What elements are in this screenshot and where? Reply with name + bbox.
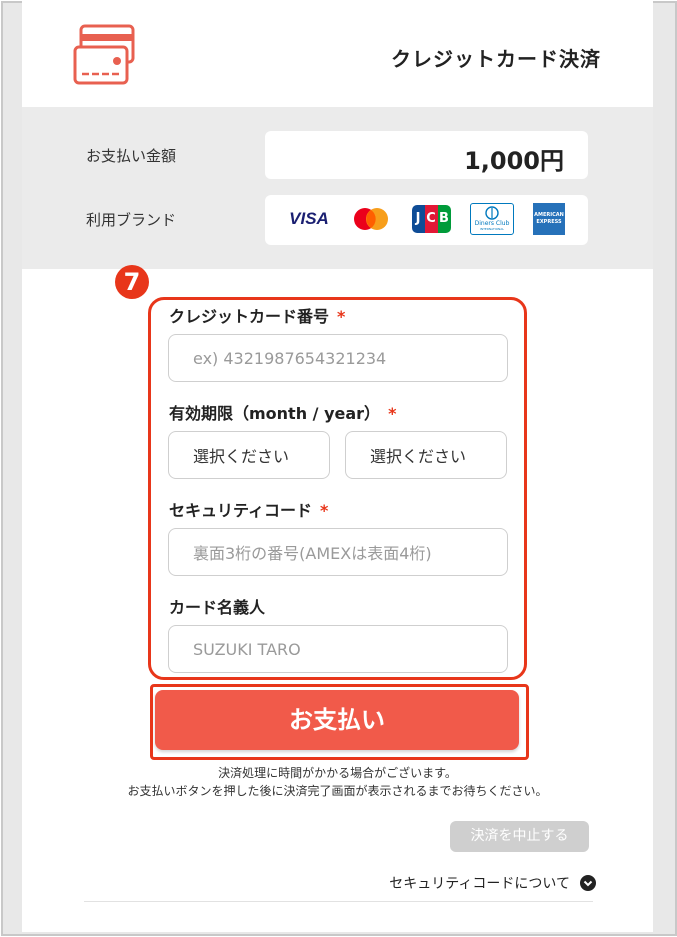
diners-club-logo: Diners Club INTERNATIONAL bbox=[470, 203, 514, 235]
jcb-logo: J C B bbox=[409, 203, 453, 235]
expiry-year-value: 選択ください bbox=[370, 447, 467, 466]
card-holder-input[interactable]: SUZUKI TARO bbox=[168, 625, 508, 673]
american-express-logo-text-2: EXPRESS bbox=[536, 219, 562, 225]
mastercard-logo bbox=[351, 203, 391, 235]
card-holder-placeholder: SUZUKI TARO bbox=[193, 639, 301, 659]
jcb-logo-letter-j: J bbox=[411, 205, 425, 233]
payment-summary: お支払い金額 1,000円 利用ブランド VISA J C B Diners C… bbox=[22, 107, 653, 269]
required-mark: * bbox=[320, 501, 329, 520]
security-code-info-toggle[interactable]: セキュリティコードについて bbox=[389, 873, 596, 893]
security-code-input[interactable]: 裏面3桁の番号(AMEXは表面4桁) bbox=[168, 528, 508, 576]
required-mark: * bbox=[337, 307, 346, 326]
page-title: クレジットカード決済 bbox=[391, 47, 601, 71]
amount-value: 1,000円 bbox=[464, 147, 564, 175]
diners-club-logo-text-1: Diners Club bbox=[474, 220, 510, 227]
processing-note: 決済処理に時間がかかる場合がございます。 bbox=[218, 766, 457, 780]
credit-card-icon bbox=[72, 23, 136, 87]
expiry-year-select[interactable]: 選択ください bbox=[345, 431, 507, 479]
american-express-logo-text-1: AMERICAN bbox=[534, 212, 564, 218]
expiry-month-value: 選択ください bbox=[193, 447, 290, 466]
american-express-logo: AMERICAN EXPRESS bbox=[531, 203, 567, 235]
security-code-label-text: セキュリティコード bbox=[169, 501, 313, 520]
jcb-logo-letter-b: B bbox=[437, 205, 451, 233]
cancel-payment-button[interactable]: 決済を中止する bbox=[450, 821, 589, 852]
wait-note: お支払いボタンを押した後に決済完了画面が表示されるまでお待ちください。 bbox=[127, 784, 548, 798]
chevron-down-icon bbox=[580, 875, 596, 891]
card-number-label-text: クレジットカード番号 bbox=[169, 307, 330, 326]
visa-logo-text: VISA bbox=[289, 209, 329, 228]
amount-box: 1,000円 bbox=[265, 131, 588, 179]
header: クレジットカード決済 bbox=[22, 1, 653, 105]
security-code-placeholder: 裏面3桁の番号(AMEXは表面4桁) bbox=[193, 544, 432, 563]
required-mark: * bbox=[388, 404, 397, 423]
step-number-badge: 7 bbox=[115, 265, 149, 299]
expiry-label-text: 有効期限（month / year） bbox=[169, 404, 381, 423]
security-code-label: セキュリティコード * bbox=[169, 497, 328, 521]
card-number-label: クレジットカード番号 * bbox=[169, 303, 345, 327]
card-number-input[interactable]: ex) 4321987654321234 bbox=[168, 334, 508, 382]
brand-list: VISA J C B Diners Club INTERNATIONAL AME… bbox=[265, 195, 588, 245]
divider bbox=[84, 901, 593, 902]
jcb-logo-letter-c: C bbox=[424, 205, 438, 233]
pay-button[interactable]: お支払い bbox=[155, 690, 519, 750]
diners-club-logo-text-2: INTERNATIONAL bbox=[479, 227, 505, 231]
expiry-month-select[interactable]: 選択ください bbox=[168, 431, 330, 479]
brand-label: 利用ブランド bbox=[86, 211, 177, 229]
security-code-info-label: セキュリティコードについて bbox=[389, 876, 570, 892]
payment-page: クレジットカード決済 お支払い金額 1,000円 利用ブランド VISA J C bbox=[22, 1, 653, 932]
card-number-placeholder: ex) 4321987654321234 bbox=[193, 348, 387, 368]
expiry-label: 有効期限（month / year） * bbox=[169, 400, 396, 424]
card-holder-label: カード名義人 bbox=[169, 598, 266, 617]
visa-logo: VISA bbox=[289, 203, 329, 235]
amount-label: お支払い金額 bbox=[86, 147, 177, 165]
